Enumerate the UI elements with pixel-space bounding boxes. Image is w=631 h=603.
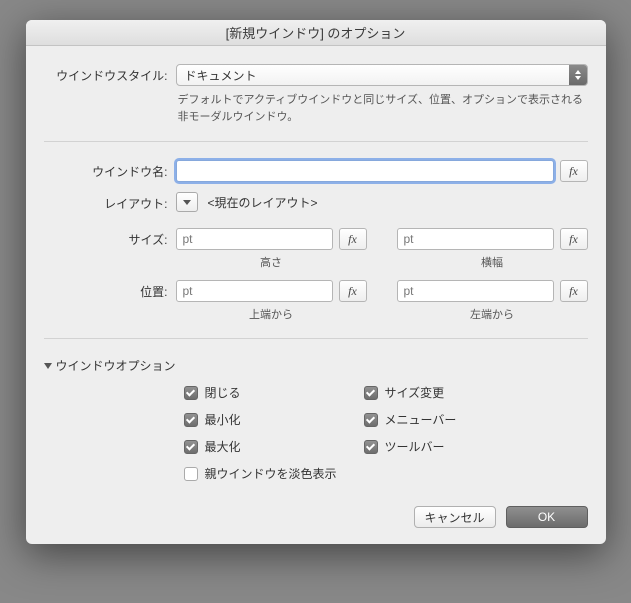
maximize-checkbox[interactable] <box>184 440 198 454</box>
height-sublabel: 高さ <box>176 254 367 270</box>
fx-button-width[interactable]: fx <box>560 228 588 250</box>
close-checkbox[interactable] <box>184 386 198 400</box>
window-style-label: ウインドウスタイル: <box>44 64 176 84</box>
toolbar-checkbox[interactable] <box>364 440 378 454</box>
fx-button-name[interactable]: fx <box>560 160 588 182</box>
minimize-checkbox[interactable] <box>184 413 198 427</box>
updown-arrows-icon <box>569 65 587 85</box>
fx-button-left[interactable]: fx <box>560 280 588 302</box>
dialog-window: [新規ウインドウ] のオプション ウインドウスタイル: ドキュメント デフォルト… <box>26 20 606 544</box>
maximize-label: 最大化 <box>205 438 241 455</box>
height-input[interactable]: pt <box>176 228 333 250</box>
left-sublabel: 左端から <box>397 306 588 322</box>
layout-value: <現在のレイアウト> <box>204 194 318 211</box>
position-label: 位置: <box>44 280 176 300</box>
resize-label: サイズ変更 <box>385 384 445 401</box>
fx-button-top[interactable]: fx <box>339 280 367 302</box>
resize-checkbox[interactable] <box>364 386 378 400</box>
menubar-label: メニューバー <box>385 411 457 428</box>
fx-button-height[interactable]: fx <box>339 228 367 250</box>
window-style-select[interactable]: ドキュメント <box>176 64 588 86</box>
left-placeholder: pt <box>404 284 414 298</box>
window-title: [新規ウインドウ] のオプション <box>226 23 406 42</box>
layout-dropdown[interactable] <box>176 192 198 212</box>
width-placeholder: pt <box>404 232 414 246</box>
left-input[interactable]: pt <box>397 280 554 302</box>
window-style-help: デフォルトでアクティブウインドウと同じサイズ、位置、オプションで表示される非モー… <box>176 92 588 125</box>
layout-label: レイアウト: <box>44 192 176 212</box>
ok-button[interactable]: OK <box>506 506 588 528</box>
size-label: サイズ: <box>44 228 176 248</box>
close-label: 閉じる <box>205 384 241 401</box>
window-titlebar: [新規ウインドウ] のオプション <box>26 20 606 46</box>
dim-parent-label: 親ウインドウを淡色表示 <box>205 465 337 482</box>
dim-parent-checkbox[interactable] <box>184 467 198 481</box>
width-input[interactable]: pt <box>397 228 554 250</box>
window-name-input[interactable] <box>176 160 554 182</box>
section-divider <box>44 141 588 142</box>
top-placeholder: pt <box>183 284 193 298</box>
window-style-value: ドキュメント <box>185 67 257 84</box>
cancel-button[interactable]: キャンセル <box>414 506 496 528</box>
height-placeholder: pt <box>183 232 193 246</box>
window-name-label: ウインドウ名: <box>44 160 176 180</box>
options-title: ウインドウオプション <box>56 357 176 374</box>
section-divider-2 <box>44 338 588 339</box>
top-sublabel: 上端から <box>176 306 367 322</box>
minimize-label: 最小化 <box>205 411 241 428</box>
top-input[interactable]: pt <box>176 280 333 302</box>
dialog-content: ウインドウスタイル: ドキュメント デフォルトでアクティブウインドウと同じサイズ… <box>26 46 606 544</box>
options-section-header[interactable]: ウインドウオプション <box>44 357 588 374</box>
menubar-checkbox[interactable] <box>364 413 378 427</box>
toolbar-label: ツールバー <box>385 438 445 455</box>
width-sublabel: 横幅 <box>397 254 588 270</box>
disclosure-triangle-icon <box>44 363 52 369</box>
